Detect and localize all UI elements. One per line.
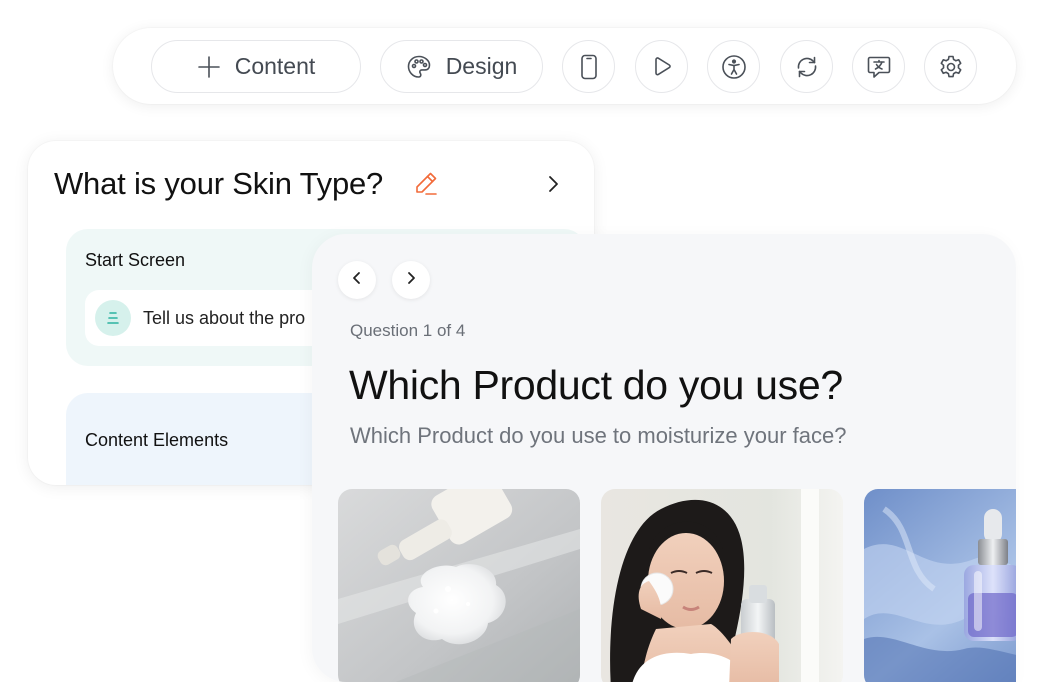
quiz-preview-panel: Question 1 of 4 Which Product do you use…	[312, 234, 1016, 682]
refresh-button[interactable]	[780, 40, 833, 93]
chevron-left-icon	[349, 270, 365, 291]
stage: Content Design What is your Skin Type? S…	[0, 0, 1048, 682]
translate-button[interactable]	[852, 40, 905, 93]
serum-bottle-photo	[864, 489, 1016, 682]
gear-icon	[938, 54, 964, 80]
design-button-label: Design	[445, 53, 518, 79]
woman-with-toner-photo	[601, 489, 843, 682]
edit-pencil-icon[interactable]	[413, 170, 439, 201]
previous-question-button[interactable]	[338, 261, 376, 299]
question-title: Which Product do you use?	[349, 362, 843, 408]
answer-option-serum[interactable]	[864, 489, 1016, 682]
mobile-icon	[578, 54, 600, 80]
answer-option-cleansing-foam[interactable]	[338, 489, 580, 682]
question-counter: Question 1 of 4	[350, 321, 466, 340]
chevron-right-icon	[403, 270, 419, 291]
play-icon	[650, 55, 674, 79]
start-screen-label: Start Screen	[85, 250, 186, 270]
palette-icon	[406, 54, 432, 80]
translate-icon	[866, 54, 892, 80]
next-question-button[interactable]	[392, 261, 430, 299]
chevron-right-icon[interactable]	[543, 174, 563, 199]
add-content-button[interactable]: Content	[151, 40, 361, 93]
accessibility-button[interactable]	[707, 40, 760, 93]
quiz-title: What is your Skin Type?	[54, 166, 384, 201]
content-button-label: Content	[234, 53, 316, 79]
settings-button[interactable]	[924, 40, 977, 93]
cleansing-foam-photo	[338, 489, 580, 682]
design-button[interactable]: Design	[380, 40, 543, 93]
content-elements-label: Content Elements	[85, 430, 229, 450]
play-button[interactable]	[635, 40, 688, 93]
answer-option-toner[interactable]	[601, 489, 843, 682]
text-align-icon	[95, 300, 131, 336]
accessibility-icon	[721, 54, 747, 80]
mobile-preview-button[interactable]	[562, 40, 615, 93]
toolbar: Content Design	[113, 28, 1016, 104]
question-subtitle: Which Product do you use to moisturize y…	[350, 423, 847, 448]
refresh-icon	[794, 54, 820, 80]
plus-icon	[197, 55, 221, 79]
start-screen-item-text: Tell us about the pro	[143, 307, 306, 328]
